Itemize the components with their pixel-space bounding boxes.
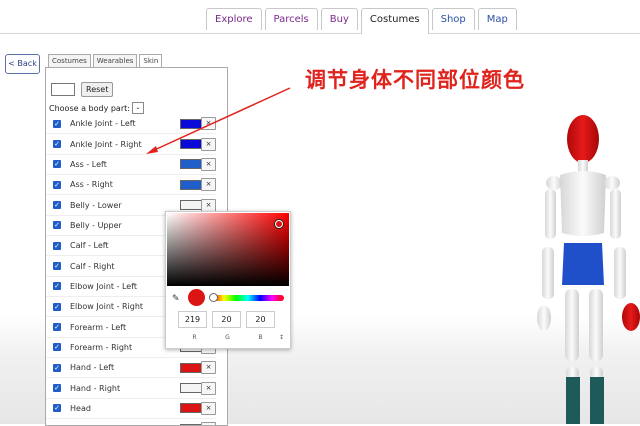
editor-subtabs: Costumes Wearables Skin	[48, 54, 164, 68]
remove-color-button[interactable]: ×	[201, 381, 216, 395]
color-picker: ✎ 219 20 20 R G B ↕	[165, 211, 291, 349]
part-label: Ankle Joint - Left	[70, 119, 136, 129]
choose-label: Choose a body part:	[49, 103, 130, 113]
rgb-inputs: 219 20 20	[178, 311, 280, 328]
remove-color-button[interactable]: ×	[201, 117, 216, 131]
blue-label: B	[258, 334, 263, 341]
part-label: Head	[70, 403, 91, 413]
subtab-costumes[interactable]: Costumes	[48, 54, 91, 68]
part-color-swatch[interactable]	[180, 403, 202, 414]
part-visible-checkbox[interactable]: ✓	[53, 262, 61, 271]
tab-explore[interactable]: Explore	[206, 8, 262, 30]
part-label: Calf - Left	[70, 241, 109, 251]
body-part-row: ✓ Head ×	[46, 399, 216, 420]
back-button[interactable]: < Back	[5, 54, 40, 74]
top-nav: Explore Parcels Buy Costumes Shop Map	[0, 0, 640, 34]
green-label: G	[225, 334, 230, 341]
body-part-row: ✓ Ass - Right ×	[46, 175, 216, 196]
part-label: Hand - Right	[70, 383, 121, 393]
part-visible-checkbox[interactable]: ✓	[53, 363, 61, 372]
reset-button[interactable]: Reset	[81, 82, 114, 97]
part-label: Ankle Joint - Right	[70, 139, 142, 149]
green-input[interactable]: 20	[212, 311, 241, 328]
subtab-skin[interactable]: Skin	[139, 54, 163, 68]
hue-slider-handle[interactable]	[209, 293, 218, 302]
part-color-swatch[interactable]	[180, 179, 202, 190]
nav-tabs: Explore Parcels Buy Costumes Shop Map	[206, 8, 520, 34]
part-visible-checkbox[interactable]: ✓	[53, 404, 61, 413]
body-part-row: ✓ Ass - Left ×	[46, 155, 216, 176]
part-color-swatch[interactable]	[180, 383, 202, 394]
blue-input[interactable]: 20	[246, 311, 275, 328]
part-label: Forearm - Left	[70, 322, 127, 332]
part-label: Elbow Joint - Right	[70, 302, 144, 312]
part-visible-checkbox[interactable]: ✓	[53, 201, 61, 210]
remove-color-button[interactable]: ×	[201, 178, 216, 192]
tab-parcels[interactable]: Parcels	[264, 8, 318, 30]
mannequin-figure	[537, 115, 640, 424]
remove-color-button[interactable]: ×	[201, 422, 216, 425]
body-part-row: ✓Hip Joint - Left×	[46, 419, 216, 425]
part-visible-checkbox[interactable]: ✓	[53, 241, 61, 250]
remove-color-button[interactable]: ×	[201, 198, 216, 212]
part-color-swatch[interactable]	[180, 362, 202, 373]
part-label: Elbow Joint - Left	[70, 281, 138, 291]
tab-shop[interactable]: Shop	[431, 8, 475, 30]
current-color-preview	[188, 289, 205, 306]
format-toggle-icon[interactable]: ↕	[279, 334, 284, 341]
part-label: Calf - Right	[70, 261, 115, 271]
remove-color-button[interactable]: ×	[201, 157, 216, 171]
part-label: Hand - Left	[70, 363, 115, 373]
chevron-down-icon[interactable]: ⌄	[131, 102, 144, 114]
body-part-row: ✓ Ankle Joint - Left ×	[46, 114, 216, 135]
part-color-swatch[interactable]	[180, 139, 202, 150]
body-part-row: ✓ Ankle Joint - Right ×	[46, 134, 216, 155]
reset-row: Reset	[51, 82, 114, 97]
part-visible-checkbox[interactable]: ✓	[53, 119, 61, 128]
annotation-text: 调节身体不同部位颜色	[305, 68, 525, 92]
part-color-swatch[interactable]	[180, 200, 202, 211]
hue-slider[interactable]	[212, 295, 284, 301]
eyedropper-icon[interactable]: ✎	[172, 294, 180, 304]
part-visible-checkbox[interactable]: ✓	[53, 221, 61, 230]
remove-color-button[interactable]: ×	[201, 137, 216, 151]
part-visible-checkbox[interactable]: ✓	[53, 343, 61, 352]
part-visible-checkbox[interactable]: ✓	[53, 323, 61, 332]
part-label: Belly - Upper	[70, 220, 122, 230]
subtab-wearables[interactable]: Wearables	[92, 54, 138, 68]
tab-costumes[interactable]: Costumes	[360, 8, 429, 34]
part-label: Forearm - Right	[70, 342, 133, 352]
part-visible-checkbox[interactable]: ✓	[53, 302, 61, 311]
tab-map[interactable]: Map	[477, 8, 517, 30]
body-part-row: ✓ Hand - Left ×	[46, 358, 216, 379]
remove-color-button[interactable]: ×	[201, 401, 216, 415]
part-label: Ass - Left	[70, 159, 107, 169]
part-visible-checkbox[interactable]: ✓	[53, 384, 61, 393]
body-part-chooser: Choose a body part: ⌄	[49, 102, 144, 114]
part-visible-checkbox[interactable]: ✓	[53, 160, 61, 169]
body-part-row: ✓ Hand - Right ×	[46, 378, 216, 399]
rgb-labels: R G B ↕	[178, 334, 284, 341]
part-visible-checkbox[interactable]: ✓	[53, 282, 61, 291]
part-visible-checkbox[interactable]: ✓	[53, 140, 61, 149]
part-color-swatch[interactable]	[180, 159, 202, 170]
part-visible-checkbox[interactable]: ✓	[53, 180, 61, 189]
remove-color-button[interactable]: ×	[201, 361, 216, 375]
saturation-value-area[interactable]	[167, 213, 289, 286]
all-parts-color-swatch[interactable]	[51, 83, 75, 96]
part-label: Belly - Lower	[70, 200, 122, 210]
part-label: Ass - Right	[70, 180, 113, 190]
sv-handle[interactable]	[275, 220, 283, 228]
red-label: R	[192, 334, 197, 341]
tab-buy[interactable]: Buy	[320, 8, 358, 30]
red-input[interactable]: 219	[178, 311, 207, 328]
part-color-swatch[interactable]	[180, 118, 202, 129]
